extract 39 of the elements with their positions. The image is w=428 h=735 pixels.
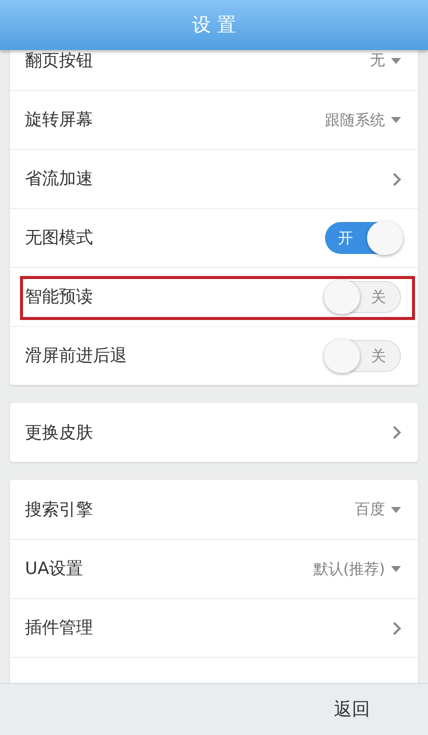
page-title: 设 置 (192, 12, 236, 38)
toggle-state-label: 开 (338, 228, 353, 249)
settings-row[interactable]: UA设置 默认(推荐) (10, 539, 418, 598)
setting-label: UA设置 (25, 559, 84, 579)
chevron-right-icon (393, 426, 401, 439)
setting-label: 翻页按钮 (25, 50, 93, 70)
setting-label: 无图模式 (25, 228, 93, 248)
toggle-knob (324, 280, 360, 314)
setting-label: 搜索引擎 (25, 500, 93, 520)
setting-label: 省流加速 (25, 169, 93, 189)
settings-row[interactable]: 翻页按钮 无 (10, 50, 418, 90)
dropdown-value: 百度 (355, 499, 385, 520)
dropdown-caret-icon (391, 506, 401, 512)
setting-label: 智能预读 (25, 287, 93, 307)
dropdown-value: 跟随系统 (325, 110, 385, 131)
settings-row[interactable]: 插件管理 (10, 598, 418, 657)
settings-row[interactable]: 无图模式 开 (10, 208, 418, 267)
toggle-knob (324, 339, 360, 373)
dropdown-caret-icon (391, 566, 401, 572)
setting-label: 插件管理 (25, 618, 93, 638)
dropdown-caret-icon (391, 117, 401, 123)
settings-row[interactable]: 滑屏前进后退 关 (10, 326, 418, 385)
toggle-state-label: 关 (371, 286, 386, 308)
chevron-right-icon (393, 172, 401, 186)
settings-row[interactable]: 旋转屏幕 跟随系统 (10, 90, 418, 149)
toggle-state-label: 关 (371, 346, 386, 367)
dropdown-value: 默认(推荐) (313, 558, 385, 580)
setting-label: 旋转屏幕 (25, 110, 93, 130)
setting-label: 滑屏前进后退 (25, 346, 127, 366)
back-button[interactable]: 返回 (326, 692, 378, 727)
settings-row[interactable]: 更换皮肤 (10, 403, 418, 462)
dropdown-caret-icon (391, 58, 401, 64)
settings-row[interactable]: 搜索引擎 百度 (10, 480, 418, 539)
dropdown-value: 无 (370, 50, 385, 72)
settings-row[interactable]: 智能预读 关 (10, 267, 418, 326)
setting-label: 更换皮肤 (25, 422, 93, 442)
chevron-right-icon (393, 622, 401, 634)
settings-row[interactable]: 省流加速 (10, 149, 418, 208)
toggle-knob (367, 221, 403, 255)
